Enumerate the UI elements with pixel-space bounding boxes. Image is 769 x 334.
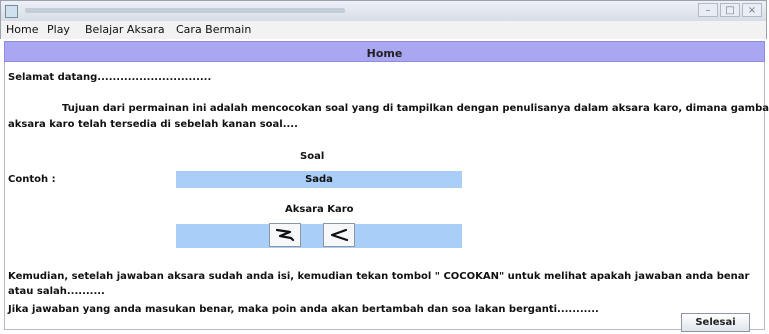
window-title-blurred	[25, 8, 345, 13]
example-label: Contoh :	[8, 174, 56, 185]
intro-text-line2: aksara karo telah tersedia di sebelah ka…	[8, 119, 298, 130]
soal-value: Sada	[305, 174, 333, 185]
menu-play[interactable]: Play	[47, 23, 70, 36]
info-text-line1: Kemudian, setelah jawaban aksara sudah a…	[8, 271, 750, 282]
greeting-text: Selamat datang..........................…	[8, 72, 212, 83]
maximize-icon[interactable]: □	[720, 3, 740, 17]
aksara-field	[176, 224, 462, 248]
soal-field: Sada	[176, 171, 462, 188]
window-controls: – □ ×	[698, 3, 762, 17]
page-header: Home	[4, 41, 765, 62]
aksara-glyph-1	[275, 228, 295, 242]
app-icon	[5, 5, 18, 18]
page-title: Home	[366, 47, 403, 60]
menu-cara-bermain[interactable]: Cara Bermain	[176, 23, 251, 36]
soal-label: Soal	[300, 151, 325, 162]
aksara-karo-label: Aksara Karo	[285, 204, 354, 215]
selesai-button[interactable]: Selesai	[681, 313, 750, 332]
menu-bar: Home Play Belajar Aksara Cara Bermain	[0, 21, 767, 39]
menu-belajar-aksara[interactable]: Belajar Aksara	[85, 23, 165, 36]
minimize-icon[interactable]: –	[698, 3, 718, 17]
aksara-glyph-box-2	[323, 223, 355, 247]
info-text-line3: Jika jawaban yang anda masukan benar, ma…	[8, 304, 599, 315]
aksara-glyph-2	[330, 228, 349, 242]
intro-text-line1: Tujuan dari permainan ini adalah mencoco…	[62, 103, 769, 114]
close-icon[interactable]: ×	[742, 3, 762, 17]
menu-home[interactable]: Home	[6, 23, 38, 36]
aksara-glyph-box-1	[269, 223, 301, 247]
window-titlebar: – □ ×	[0, 0, 767, 21]
info-text-line2: atau salah..........	[8, 286, 105, 297]
